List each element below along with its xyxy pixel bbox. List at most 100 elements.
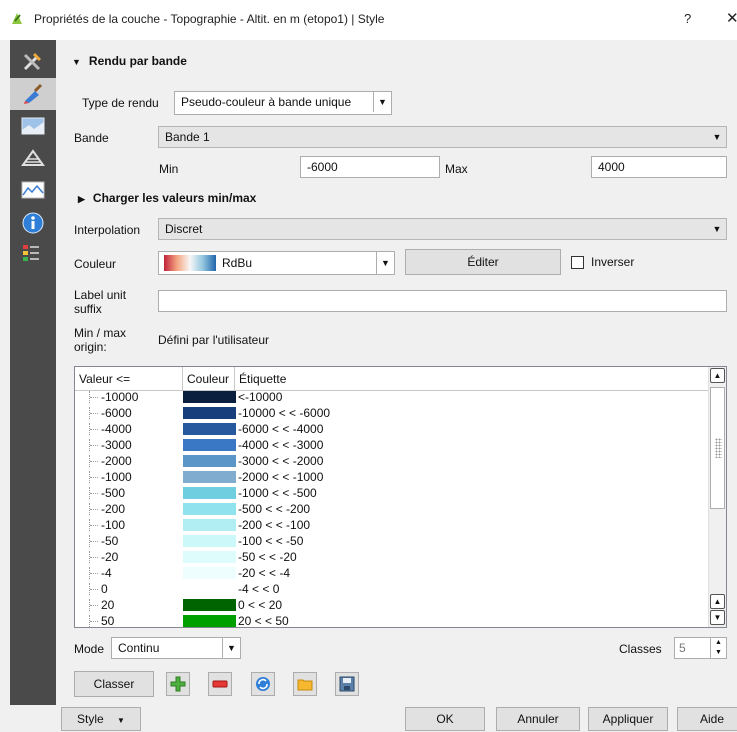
header-color[interactable]: Couleur — [183, 367, 235, 391]
row-color-swatch[interactable] — [183, 583, 236, 595]
remove-class-button[interactable] — [208, 672, 232, 696]
classes-spinbox[interactable]: 5 ▲ ▼ — [674, 637, 727, 659]
close-icon[interactable]: ✕ — [726, 9, 737, 27]
table-row[interactable]: -500 -1000 < < -500 — [75, 486, 708, 500]
max-input[interactable]: 4000 — [591, 156, 727, 178]
export-colormap-button[interactable] — [335, 672, 359, 696]
load-minmax-header[interactable]: ▶ Charger les valeurs min/max — [78, 191, 256, 205]
scroll-up-icon[interactable]: ▲ — [710, 368, 725, 383]
color-ramp-select[interactable]: RdBu ▼ — [158, 251, 395, 275]
row-color-swatch[interactable] — [183, 519, 236, 531]
table-row[interactable]: 50 20 < < 50 — [75, 614, 708, 627]
load-colormap-button[interactable] — [293, 672, 317, 696]
row-value[interactable]: -500 — [101, 486, 125, 500]
row-color-swatch[interactable] — [183, 551, 236, 563]
table-row[interactable]: -50 -100 < < -50 — [75, 534, 708, 548]
row-label[interactable]: <-10000 — [238, 391, 282, 404]
table-row[interactable]: -4 -20 < < -4 — [75, 566, 708, 580]
table-row[interactable]: -200 -500 < < -200 — [75, 502, 708, 516]
sidebar-item-transparency[interactable] — [10, 110, 56, 142]
scroll-thumb[interactable] — [710, 387, 725, 509]
row-color-swatch[interactable] — [183, 535, 236, 547]
row-color-swatch[interactable] — [183, 503, 236, 515]
row-value[interactable]: -3000 — [101, 438, 132, 452]
interpolation-select[interactable]: Discret ▼ — [158, 218, 727, 240]
row-label[interactable]: -50 < < -20 — [238, 550, 297, 564]
row-label[interactable]: -4000 < < -3000 — [238, 438, 323, 452]
row-label[interactable]: -200 < < -100 — [238, 518, 310, 532]
table-row[interactable]: -10000 <-10000 — [75, 391, 708, 404]
sidebar-item-metadata[interactable] — [10, 206, 56, 238]
row-color-swatch[interactable] — [183, 471, 236, 483]
mode-select[interactable]: Continu ▼ — [111, 637, 241, 659]
row-label[interactable]: -100 < < -50 — [238, 534, 303, 548]
row-value[interactable]: -200 — [101, 502, 125, 516]
scroll-down-icon[interactable]: ▼ — [710, 610, 725, 625]
table-row[interactable]: -2000 -3000 < < -2000 — [75, 454, 708, 468]
scroll-up-icon[interactable]: ▲ — [710, 594, 725, 609]
table-row[interactable]: -1000 -2000 < < -1000 — [75, 470, 708, 484]
row-color-swatch[interactable] — [183, 567, 236, 579]
row-color-swatch[interactable] — [183, 391, 236, 403]
row-value[interactable]: -1000 — [101, 470, 132, 484]
table-row[interactable]: 0 -4 < < 0 — [75, 582, 708, 596]
sidebar-item-general[interactable] — [10, 46, 56, 78]
table-row[interactable]: -100 -200 < < -100 — [75, 518, 708, 532]
row-value[interactable]: -4000 — [101, 422, 132, 436]
row-value[interactable]: -50 — [101, 534, 118, 548]
table-row[interactable]: -4000 -6000 < < -4000 — [75, 422, 708, 436]
row-label[interactable]: -2000 < < -1000 — [238, 470, 323, 484]
row-color-swatch[interactable] — [183, 455, 236, 467]
table-scrollbar[interactable]: ▲ ▲ ▼ — [708, 367, 726, 627]
row-label[interactable]: -500 < < -200 — [238, 502, 310, 516]
cancel-button[interactable]: Annuler — [496, 707, 580, 731]
row-value[interactable]: 50 — [101, 614, 114, 627]
row-label[interactable]: 20 < < 50 — [238, 614, 289, 627]
spin-up-icon[interactable]: ▲ — [711, 638, 726, 648]
row-label[interactable]: -20 < < -4 — [238, 566, 290, 580]
row-color-swatch[interactable] — [183, 439, 236, 451]
sidebar-item-pyramids[interactable] — [10, 142, 56, 174]
row-color-swatch[interactable] — [183, 599, 236, 611]
apply-button[interactable]: Appliquer — [588, 707, 668, 731]
ok-button[interactable]: OK — [405, 707, 485, 731]
row-value[interactable]: -6000 — [101, 406, 132, 420]
sidebar-item-legend[interactable] — [10, 238, 56, 270]
row-label[interactable]: -4 < < 0 — [238, 582, 279, 596]
header-label[interactable]: Étiquette — [235, 367, 708, 391]
help-button[interactable]: Aide — [677, 707, 737, 731]
invert-checkbox[interactable] — [571, 256, 584, 269]
row-label[interactable]: -6000 < < -4000 — [238, 422, 323, 436]
row-value[interactable]: -20 — [101, 550, 118, 564]
sidebar-item-style[interactable] — [10, 78, 56, 110]
table-row[interactable]: 20 0 < < 20 — [75, 598, 708, 612]
row-value[interactable]: -2000 — [101, 454, 132, 468]
row-color-swatch[interactable] — [183, 407, 236, 419]
row-label[interactable]: -3000 < < -2000 — [238, 454, 323, 468]
row-color-swatch[interactable] — [183, 615, 236, 627]
row-label[interactable]: -10000 < < -6000 — [238, 406, 330, 420]
row-value[interactable]: 20 — [101, 598, 114, 612]
row-label[interactable]: -1000 < < -500 — [238, 486, 317, 500]
min-input[interactable]: -6000 — [300, 156, 440, 178]
row-color-swatch[interactable] — [183, 423, 236, 435]
help-icon[interactable]: ? — [684, 11, 691, 26]
reverse-colors-button[interactable] — [251, 672, 275, 696]
band-select[interactable]: Bande 1 ▼ — [158, 126, 727, 148]
render-section-header[interactable]: ▼ Rendu par bande — [72, 54, 187, 68]
row-value[interactable]: -10000 — [101, 391, 138, 404]
row-value[interactable]: 0 — [101, 582, 108, 596]
sidebar-item-histogram[interactable] — [10, 174, 56, 206]
add-class-button[interactable] — [166, 672, 190, 696]
spin-down-icon[interactable]: ▼ — [711, 648, 726, 658]
row-value[interactable]: -4 — [101, 566, 112, 580]
edit-ramp-button[interactable]: Éditer — [405, 249, 561, 275]
header-value[interactable]: Valeur <= — [75, 367, 183, 391]
style-menu-button[interactable]: Style ▼ — [61, 707, 141, 731]
classify-button[interactable]: Classer — [74, 671, 154, 697]
row-color-swatch[interactable] — [183, 487, 236, 499]
row-label[interactable]: 0 < < 20 — [238, 598, 282, 612]
table-row[interactable]: -20 -50 < < -20 — [75, 550, 708, 564]
table-row[interactable]: -3000 -4000 < < -3000 — [75, 438, 708, 452]
render-type-select[interactable]: Pseudo-couleur à bande unique ▼ — [174, 91, 392, 115]
